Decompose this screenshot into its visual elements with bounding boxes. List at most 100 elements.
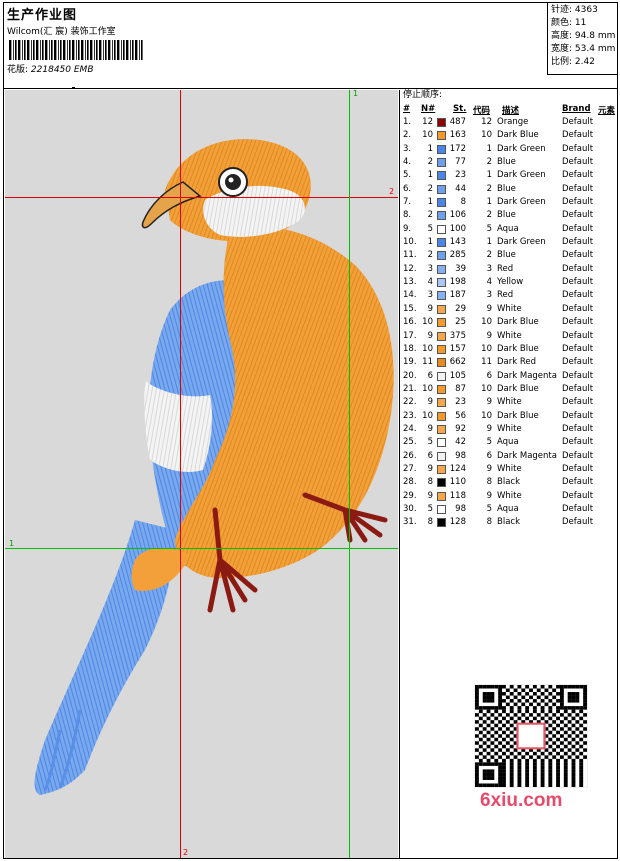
- stop-needle: 3: [427, 263, 433, 274]
- stop-index: 22.: [403, 397, 417, 408]
- stop-row: 6. 2 44 2 Blue Default: [402, 183, 617, 196]
- stop-index: 29.: [403, 490, 417, 501]
- stop-brand: Default: [562, 370, 594, 381]
- stop-index: 6.: [403, 183, 412, 194]
- color-swatch: [437, 238, 446, 248]
- stop-description: Blue: [497, 183, 516, 194]
- stop-brand: Default: [562, 343, 594, 354]
- stop-index: 15.: [403, 303, 417, 314]
- stop-stitches: 98: [455, 450, 466, 461]
- stop-index: 13.: [403, 277, 417, 288]
- color-swatch: [437, 451, 446, 461]
- page-title: 生产作业图: [7, 8, 78, 23]
- stop-brand: Default: [562, 157, 594, 168]
- stop-stitches: 23: [455, 397, 466, 408]
- stop-stitches: 25: [455, 317, 466, 328]
- stop-index: 18.: [403, 343, 417, 354]
- stop-stitches: 106: [449, 210, 466, 221]
- worksheet-header: 生产作业图 Wilcom(汇 宸) 装饰工作室 花版: 2218450 EMB …: [4, 3, 617, 89]
- stop-needle: 6: [427, 450, 433, 461]
- stop-stitches: 87: [455, 383, 466, 394]
- company-name: Wilcom(汇 宸) 装饰工作室: [7, 27, 116, 37]
- stop-brand: Default: [562, 250, 594, 261]
- stop-needle: 1: [427, 170, 433, 181]
- stop-needle: 5: [427, 223, 433, 234]
- stop-description: White: [497, 397, 522, 408]
- stop-row: 26. 6 98 6 Dark Magenta Default: [402, 450, 617, 463]
- stop-needle: 1: [427, 237, 433, 248]
- stop-row: 8. 2 106 2 Blue Default: [402, 209, 617, 222]
- stop-description: Aqua: [497, 223, 519, 234]
- stop-code: 5: [486, 437, 492, 448]
- stop-code: 9: [486, 463, 492, 474]
- stop-description: Black: [497, 517, 520, 528]
- header-tick: [72, 87, 75, 89]
- col-description-header: 描述: [502, 106, 520, 116]
- color-swatch: [437, 371, 446, 381]
- guide-horizontal-red: [5, 197, 398, 198]
- stop-needle: 11: [422, 357, 433, 368]
- guide-horizontal-green: [5, 548, 398, 549]
- stop-needle: 2: [427, 183, 433, 194]
- color-swatch: [437, 264, 446, 274]
- stop-stitches: 8: [460, 197, 466, 208]
- stop-description: Dark Blue: [497, 317, 539, 328]
- stop-code: 9: [486, 303, 492, 314]
- stop-row: 27. 9 124 9 White Default: [402, 463, 617, 476]
- color-swatch: [437, 331, 446, 341]
- color-swatch: [437, 491, 446, 501]
- color-swatch: [437, 184, 446, 194]
- stop-needle: 2: [427, 250, 433, 261]
- stop-stitches: 187: [449, 290, 466, 301]
- guide-label-left-green: 1: [9, 539, 15, 548]
- stop-brand: Default: [562, 237, 594, 248]
- design-file-name: 2218450 EMB: [30, 65, 94, 75]
- production-worksheet: 生产作业图 Wilcom(汇 宸) 装饰工作室 花版: 2218450 EMB …: [3, 2, 618, 859]
- stop-row: 7. 1 8 1 Dark Green Default: [402, 196, 617, 209]
- stop-code: 10: [481, 130, 492, 141]
- stop-needle: 9: [427, 490, 433, 501]
- stop-index: 5.: [403, 170, 412, 181]
- stop-needle: 10: [422, 410, 433, 421]
- stop-needle: 9: [427, 423, 433, 434]
- info-height: 高度: 94.8 mm: [551, 31, 616, 41]
- stop-description: White: [497, 330, 522, 341]
- stop-brand: Default: [562, 437, 594, 448]
- stop-index: 27.: [403, 463, 417, 474]
- guide-label-right-red: 2: [389, 187, 395, 196]
- stop-code: 8: [486, 517, 492, 528]
- stop-brand: Default: [562, 170, 594, 181]
- stop-index: 11.: [403, 250, 417, 261]
- stop-description: Dark Green: [497, 143, 546, 154]
- stop-row: 17. 9 375 9 White Default: [402, 330, 617, 343]
- col-brand-header: Brand: [562, 104, 591, 114]
- stop-needle: 5: [427, 503, 433, 514]
- stop-brand: Default: [562, 450, 594, 461]
- stop-stitches: 92: [455, 423, 466, 434]
- stop-index: 17.: [403, 330, 417, 341]
- stop-index: 7.: [403, 197, 412, 208]
- stop-stitches: 662: [449, 357, 466, 368]
- stop-description: White: [497, 490, 522, 501]
- stop-brand: Default: [562, 410, 594, 421]
- stop-code: 2: [486, 250, 492, 261]
- color-swatch: [437, 198, 446, 208]
- qr-code: [474, 684, 588, 788]
- color-swatch: [437, 411, 446, 421]
- stop-description: Red: [497, 290, 514, 301]
- stop-stitches: 29: [455, 303, 466, 314]
- stop-code: 5: [486, 503, 492, 514]
- stop-row: 1. 12 487 12 Orange Default: [402, 116, 617, 129]
- stop-description: Dark Green: [497, 237, 546, 248]
- stop-sequence-rows: 1. 12 487 12 Orange Default 2. 10 163 10 Dark Blue…: [402, 116, 617, 530]
- stop-needle: 10: [422, 343, 433, 354]
- design-info-box: 针迹: 4363 颜色: 11 高度: 94.8 mm 宽度: 53.4 mm …: [547, 3, 617, 75]
- color-swatch: [437, 171, 446, 181]
- stop-row: 2. 10 163 10 Dark Blue Default: [402, 129, 617, 142]
- stop-code: 2: [486, 157, 492, 168]
- color-swatch: [437, 278, 446, 288]
- stop-needle: 10: [422, 317, 433, 328]
- stop-needle: 9: [427, 463, 433, 474]
- stop-brand: Default: [562, 383, 594, 394]
- stop-code: 9: [486, 397, 492, 408]
